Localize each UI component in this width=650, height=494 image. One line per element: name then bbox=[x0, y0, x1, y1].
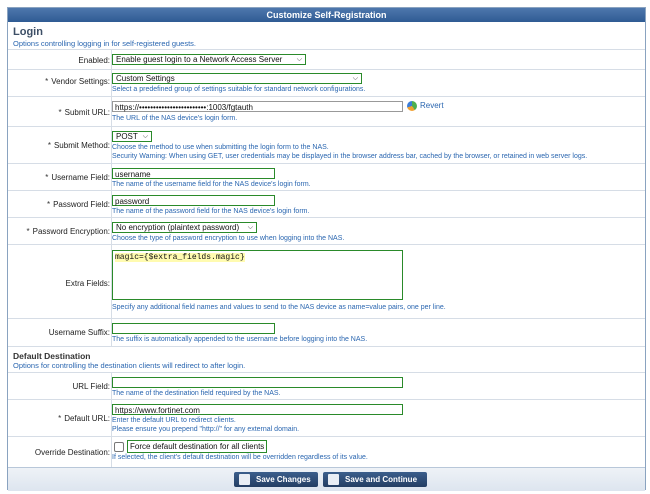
submit-method-label: * Submit Method: bbox=[47, 141, 110, 150]
username-field-hint: The name of the username field for the N… bbox=[112, 181, 311, 188]
vendor-settings-hint: Select a predefined group of settings su… bbox=[112, 86, 366, 93]
username-suffix-hint: The suffix is automatically appended to … bbox=[112, 336, 368, 343]
enabled-select[interactable]: Enable guest login to a Network Access S… bbox=[112, 54, 306, 65]
password-field-input[interactable]: password bbox=[112, 195, 275, 206]
login-section-heading: Login bbox=[13, 26, 43, 38]
row-password-field: * Password Field: password The name of th… bbox=[8, 190, 645, 218]
extra-fields-hint: Specify any additional field names and v… bbox=[112, 304, 446, 311]
submit-method-warning: Security Warning: When using GET, user c… bbox=[112, 153, 588, 160]
enabled-label: Enabled: bbox=[78, 56, 110, 65]
panel-title: Customize Self-Registration bbox=[8, 8, 645, 22]
password-encryption-label: * Password Encryption: bbox=[26, 227, 111, 236]
row-url-field: URL Field: The name of the destination f… bbox=[8, 372, 645, 400]
default-destination-header: Default Destination Options for controll… bbox=[8, 346, 645, 373]
chevron-down-icon: ⌵ bbox=[296, 56, 302, 63]
url-field-hint: The name of the destination field requir… bbox=[112, 390, 281, 397]
vendor-settings-select[interactable]: Custom Settings ⌵ bbox=[112, 73, 362, 84]
row-password-encryption: * Password Encryption: No encryption (pla… bbox=[8, 217, 645, 245]
default-destination-heading: Default Destination bbox=[13, 351, 91, 361]
row-username-field: * Username Field: username The name of th… bbox=[8, 163, 645, 191]
username-suffix-input[interactable] bbox=[112, 323, 275, 334]
password-field-hint: The name of the password field for the N… bbox=[112, 208, 310, 215]
row-override-destination: Override Destination: Force default dest… bbox=[8, 436, 645, 468]
password-encryption-hint: Choose the type of password encryption t… bbox=[112, 235, 345, 242]
refresh-icon bbox=[407, 101, 417, 111]
submit-method-select[interactable]: POST ⌵ bbox=[112, 131, 152, 142]
login-section-desc: Options controlling logging in for self-… bbox=[13, 39, 197, 48]
save-icon bbox=[239, 474, 250, 485]
extra-fields-textarea[interactable]: magic={$extra_fields.magic} bbox=[112, 250, 403, 300]
row-submit-method: * Submit Method: POST ⌵ Choose the method … bbox=[8, 126, 645, 164]
default-url-label: * Default URL: bbox=[58, 414, 110, 423]
submit-method-hint: Choose the method to use when submitting… bbox=[112, 144, 329, 151]
default-destination-desc: Options for controlling the destination … bbox=[13, 361, 246, 370]
default-url-input[interactable]: https://www.fortinet.com bbox=[112, 404, 403, 415]
revert-button[interactable]: Revert bbox=[407, 101, 444, 111]
username-suffix-label: Username Suffix: bbox=[48, 328, 110, 337]
form-footer: Save Changes Save and Continue bbox=[8, 467, 645, 491]
override-destination-label: Override Destination: bbox=[34, 448, 110, 457]
override-destination-hint: If selected, the client's default destin… bbox=[112, 454, 368, 461]
vendor-settings-label: * Vendor Settings: bbox=[45, 77, 110, 86]
submit-url-input[interactable]: https://••••••••••••••••••••••••:1003/fg… bbox=[112, 101, 403, 112]
submit-url-hint: The URL of the NAS device's login form. bbox=[112, 115, 238, 122]
username-field-label: * Username Field: bbox=[45, 173, 110, 182]
username-field-input[interactable]: username bbox=[112, 168, 275, 179]
customize-self-registration-panel: Customize Self-Registration Login Option… bbox=[7, 7, 646, 491]
chevron-down-icon: ⌵ bbox=[142, 133, 148, 140]
row-vendor-settings: * Vendor Settings: Custom Settings ⌵ Selec… bbox=[8, 69, 645, 97]
submit-url-label: * Submit URL: bbox=[58, 108, 110, 117]
save-changes-button[interactable]: Save Changes bbox=[234, 472, 318, 487]
row-submit-url: * Submit URL: https://•••••••••••••••••••… bbox=[8, 96, 645, 127]
extra-fields-label: Extra Fields: bbox=[65, 279, 110, 288]
password-encryption-select[interactable]: No encryption (plaintext password) ⌵ bbox=[112, 222, 257, 233]
password-field-label: * Password Field: bbox=[46, 200, 110, 209]
chevron-down-icon: ⌵ bbox=[247, 224, 253, 231]
url-field-label: URL Field: bbox=[72, 382, 111, 391]
extra-fields-value: magic={$extra_fields.magic} bbox=[115, 253, 245, 262]
row-default-url: * Default URL: https://www.fortinet.com E… bbox=[8, 399, 645, 437]
save-and-continue-button[interactable]: Save and Continue bbox=[323, 472, 427, 487]
url-field-input[interactable] bbox=[112, 377, 403, 388]
row-username-suffix: Username Suffix: The suffix is automatic… bbox=[8, 318, 645, 347]
row-extra-fields: Extra Fields: magic={$extra_fields.magic… bbox=[8, 244, 645, 319]
override-destination-checkbox-label[interactable]: Force default destination for all client… bbox=[127, 440, 268, 453]
row-enabled: Enabled: Enable guest login to a Network… bbox=[8, 49, 645, 70]
chevron-down-icon: ⌵ bbox=[352, 75, 358, 82]
default-url-hint: Enter the default URL to redirect client… bbox=[112, 417, 236, 424]
default-url-hint-2: Please ensure you prepend "http://" for … bbox=[112, 426, 300, 433]
save-continue-icon bbox=[328, 474, 339, 485]
override-destination-checkbox[interactable] bbox=[114, 442, 124, 452]
